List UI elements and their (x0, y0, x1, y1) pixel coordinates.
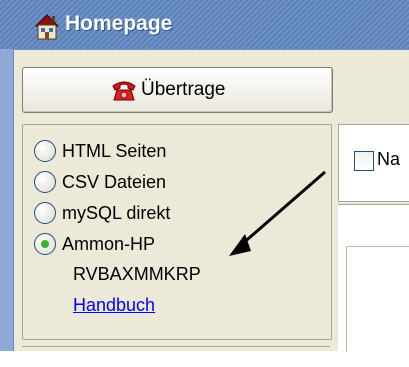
app-window: Homepage Übertrage HTML Seiten CSV Datei… (0, 0, 409, 352)
radio-label: Ammon-HP (62, 234, 156, 254)
radio-label: mySQL direkt (62, 203, 171, 223)
radio-button[interactable] (34, 171, 56, 193)
code-value: RVBAXMMKRP (73, 264, 201, 284)
house-icon (34, 13, 60, 41)
radio-button-selected[interactable] (34, 233, 56, 255)
radio-label: CSV Dateien (62, 172, 167, 192)
radio-label: HTML Seiten (62, 141, 167, 161)
manual-link[interactable]: Handbuch (73, 295, 155, 316)
radio-button[interactable] (34, 202, 56, 224)
lower-group-box (22, 346, 330, 367)
send-button[interactable]: Übertrage (22, 67, 333, 113)
left-edge-panel (0, 49, 14, 351)
checkbox[interactable] (354, 151, 374, 171)
telephone-icon (111, 78, 137, 102)
send-button-label: Übertrage (141, 79, 226, 100)
checkbox-label: Na (377, 149, 401, 169)
title-bar: Homepage (0, 0, 409, 50)
radio-button[interactable] (34, 140, 56, 162)
right-inner-frame (346, 246, 409, 352)
window-title: Homepage (65, 12, 173, 35)
right-toolbar-area (349, 64, 409, 112)
right-options-panel: Na (338, 124, 409, 202)
